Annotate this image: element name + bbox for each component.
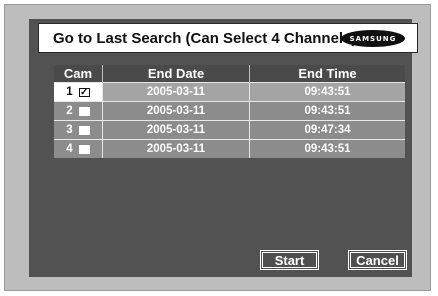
end-date-cell: 2005-03-11 <box>102 82 250 102</box>
column-header-end-time: End Time <box>249 65 405 83</box>
end-date-cell: 2005-03-11 <box>102 139 250 158</box>
logo-text: SAMSUNG <box>349 34 397 43</box>
end-date-cell: 2005-03-11 <box>102 120 250 140</box>
channel-checkbox[interactable] <box>78 125 90 135</box>
cam-cell[interactable]: 4 <box>54 139 103 158</box>
start-button[interactable]: Start <box>260 250 319 270</box>
cam-number: 4 <box>66 143 73 155</box>
cancel-button[interactable]: Cancel <box>348 250 407 270</box>
cam-number: 1 <box>66 86 73 98</box>
dialog-title: Go to Last Search (Can Select 4 Channels… <box>53 29 357 47</box>
end-time-cell: 09:47:34 <box>249 120 405 140</box>
channel-checkbox[interactable]: ✓ <box>78 87 90 97</box>
samsung-logo: SAMSUNG <box>341 30 405 47</box>
channel-checkbox[interactable] <box>78 106 90 116</box>
end-time-cell: 09:43:51 <box>249 101 405 121</box>
table-row[interactable]: 3 2005-03-11 09:47:34 <box>54 120 405 140</box>
cam-number: 3 <box>66 124 73 136</box>
column-header-cam: Cam <box>54 65 103 83</box>
column-header-end-date: End Date <box>102 65 250 83</box>
title-bar: Go to Last Search (Can Select 4 Channels… <box>38 23 418 53</box>
cam-cell[interactable]: 1 ✓ <box>54 82 103 102</box>
channel-table: Cam End Date End Time 1 ✓ 2005-03-11 09:… <box>54 65 405 158</box>
table-header-row: Cam End Date End Time <box>54 65 405 83</box>
end-time-cell: 09:43:51 <box>249 139 405 158</box>
end-time-cell: 09:43:51 <box>249 82 405 102</box>
cam-cell[interactable]: 3 <box>54 120 103 140</box>
channel-checkbox[interactable] <box>78 144 90 154</box>
table-row[interactable]: 2 2005-03-11 09:43:51 <box>54 101 405 121</box>
table-row[interactable]: 1 ✓ 2005-03-11 09:43:51 <box>54 82 405 102</box>
cam-number: 2 <box>66 105 73 117</box>
end-date-cell: 2005-03-11 <box>102 101 250 121</box>
cam-cell[interactable]: 2 <box>54 101 103 121</box>
table-row[interactable]: 4 2005-03-11 09:43:51 <box>54 139 405 158</box>
